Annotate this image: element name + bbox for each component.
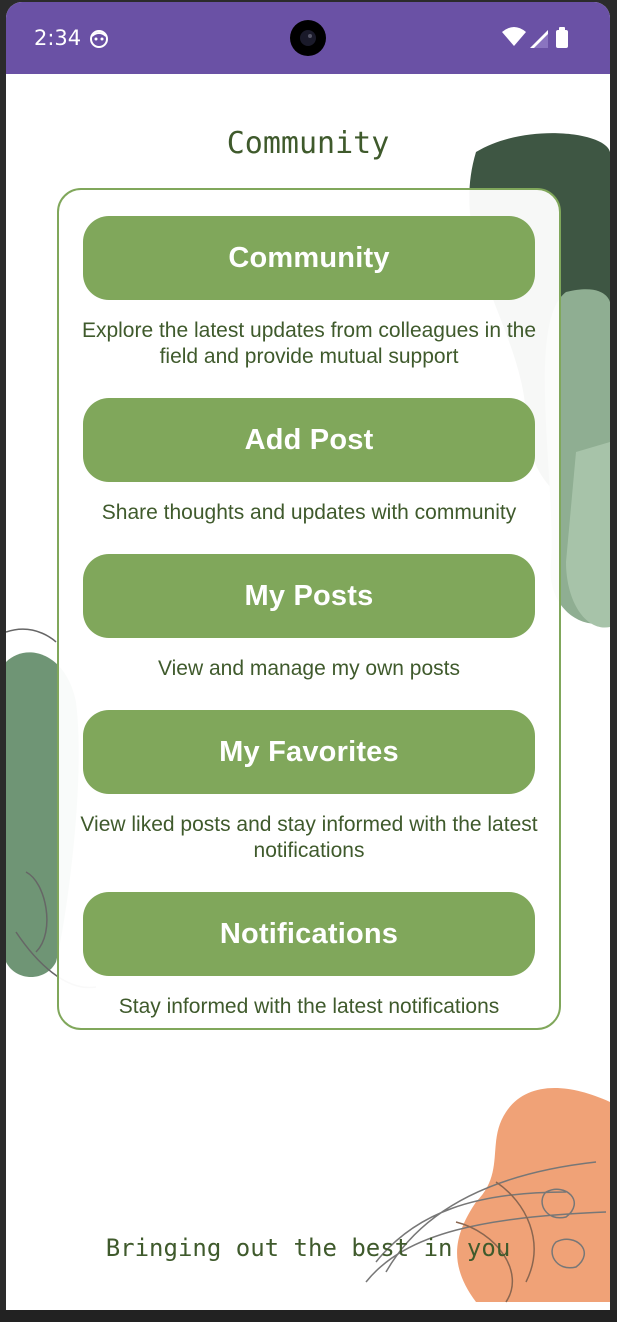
add-post-description: Share thoughts and updates with communit… [101,501,517,524]
app-screen: 2:34 Community Community Explore the lat… [6,2,610,1310]
my-posts-button[interactable]: My Posts [83,554,535,638]
my-favorites-description: View liked posts and stay informed with … [80,813,538,862]
battery-icon [556,30,568,48]
status-time: 2:34 [34,26,82,50]
menu-card: Community Explore the latest updates fro… [57,188,561,1030]
camera-cutout [290,20,326,56]
community-description: Explore the latest updates from colleagu… [81,319,537,368]
notifications-button[interactable]: Notifications [83,892,535,976]
my-favorites-button[interactable]: My Favorites [83,710,535,794]
add-post-button[interactable]: Add Post [83,398,535,482]
status-bar: 2:34 [6,2,610,74]
navigation-bar [0,1310,617,1322]
page-title: Community [226,126,390,161]
community-button[interactable]: Community [83,216,535,300]
notifications-description: Stay informed with the latest notificati… [118,995,500,1018]
my-posts-description: View and manage my own posts [158,657,460,680]
tagline: Bringing out the best in you [105,1234,511,1262]
notification-face-icon [90,30,108,48]
system-status-icons [502,27,568,48]
wifi-icon [502,27,526,46]
